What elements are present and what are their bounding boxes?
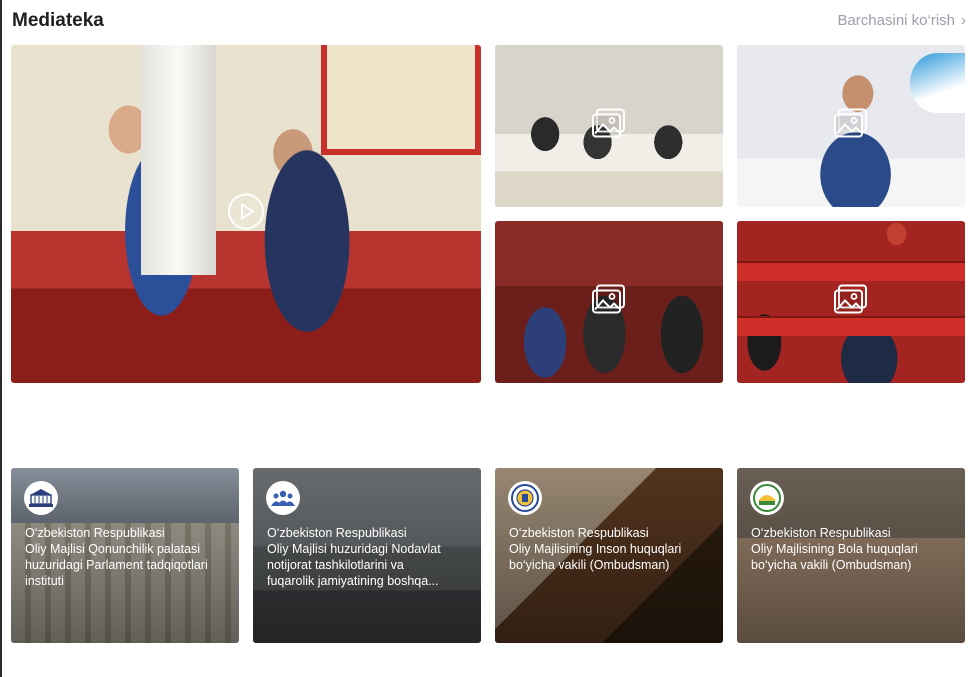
people-logo-icon bbox=[266, 481, 300, 515]
card-line: Oliy Majlisi huzuridagi Nodavlat bbox=[267, 542, 441, 556]
gallery-icon bbox=[833, 108, 869, 145]
play-icon[interactable] bbox=[227, 193, 265, 236]
media-photo-1[interactable] bbox=[495, 45, 723, 207]
ombudsman-logo-icon bbox=[508, 481, 542, 515]
card-line: O‘zbekiston Respublikasi bbox=[509, 526, 649, 540]
org-card-parliament-institute[interactable]: O‘zbekiston Respublikasi Oliy Majlisi Qo… bbox=[11, 468, 239, 643]
see-all-label: Barchasini ko‘rish bbox=[837, 12, 955, 29]
card-line: instituti bbox=[25, 574, 64, 588]
card-line: bo‘yicha vakili (Ombudsman) bbox=[751, 558, 912, 572]
card-line: O‘zbekiston Respublikasi bbox=[267, 526, 407, 540]
org-card-child-rights-ombudsman[interactable]: O‘zbekiston Respublikasi Oliy Majlisinin… bbox=[737, 468, 965, 643]
parliament-logo-icon bbox=[24, 481, 58, 515]
media-video-main[interactable] bbox=[11, 45, 481, 383]
window-edge bbox=[0, 0, 2, 677]
see-all-link[interactable]: Barchasini ko‘rish › bbox=[837, 12, 966, 29]
gallery-icon bbox=[591, 108, 627, 145]
gallery-icon bbox=[591, 284, 627, 321]
card-text: O‘zbekiston Respublikasi Oliy Majlisi hu… bbox=[267, 525, 471, 589]
child-ombudsman-logo-icon bbox=[750, 481, 784, 515]
card-line: notijorat tashkilotlarini va bbox=[267, 558, 404, 572]
org-card-ngo-support[interactable]: O‘zbekiston Respublikasi Oliy Majlisi hu… bbox=[253, 468, 481, 643]
mediateka-header: Mediateka Barchasini ko‘rish › bbox=[12, 8, 966, 34]
photo-seat-row bbox=[737, 261, 965, 281]
org-card-human-rights-ombudsman[interactable]: O‘zbekiston Respublikasi Oliy Majlisinin… bbox=[495, 468, 723, 643]
media-photo-2[interactable] bbox=[737, 45, 965, 207]
media-photo-3[interactable] bbox=[495, 221, 723, 383]
card-line: Oliy Majlisi Qonunchilik palatasi bbox=[25, 542, 201, 556]
gallery-icon bbox=[833, 284, 869, 321]
card-text: O‘zbekiston Respublikasi Oliy Majlisi Qo… bbox=[25, 525, 229, 589]
card-text: O‘zbekiston Respublikasi Oliy Majlisinin… bbox=[509, 525, 713, 573]
photo-wall-frame bbox=[321, 45, 481, 155]
card-line: Oliy Majlisining Inson huquqlari bbox=[509, 542, 682, 556]
card-line: O‘zbekiston Respublikasi bbox=[25, 526, 165, 540]
card-line: bo‘yicha vakili (Ombudsman) bbox=[509, 558, 670, 572]
card-line: O‘zbekiston Respublikasi bbox=[751, 526, 891, 540]
chevron-right-icon: › bbox=[961, 12, 966, 29]
card-line: Oliy Majlisining Bola huquqlari bbox=[751, 542, 918, 556]
card-line: huzuridagi Parlament tadqiqotlari bbox=[25, 558, 208, 572]
card-line: fuqarolik jamiyatining boshqa... bbox=[267, 574, 439, 588]
section-title: Mediateka bbox=[12, 10, 104, 31]
photo-banner bbox=[910, 53, 965, 113]
photo-pillar bbox=[141, 45, 216, 275]
card-text: O‘zbekiston Respublikasi Oliy Majlisinin… bbox=[751, 525, 955, 573]
media-photo-4[interactable] bbox=[737, 221, 965, 383]
